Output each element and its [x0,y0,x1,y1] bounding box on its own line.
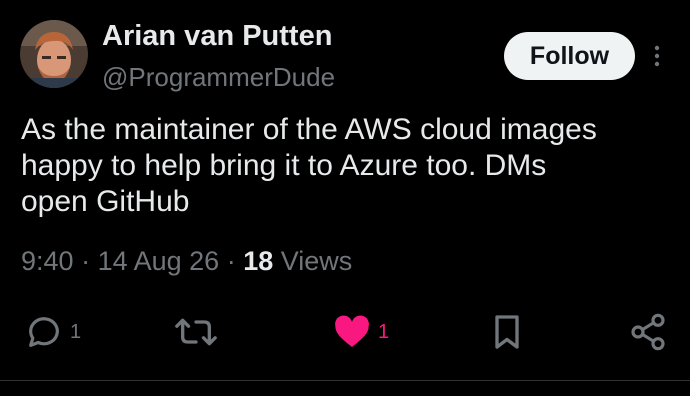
author-handle[interactable]: @ProgrammerDude [102,62,335,93]
retweet-icon [175,318,217,346]
avatar[interactable] [20,20,88,88]
reply-button[interactable]: 1 [24,312,81,352]
retweet-button[interactable] [174,312,224,352]
tweet-date[interactable]: 14 Aug 26 [98,246,220,276]
tweet-meta: 9:40 · 14 Aug 26 · 18 Views [21,246,352,277]
follow-button[interactable]: Follow [504,32,635,80]
action-bar: 1 1 [0,300,690,364]
tweet-text: As the maintainer of the AWS cloud image… [21,113,597,218]
author-name[interactable]: Arian van Putten [102,20,332,53]
views-count: 18 [243,246,274,276]
reply-icon [29,317,59,347]
tweet: Arian van Putten @ProgrammerDude Follow … [0,0,690,396]
reply-count: 1 [70,320,82,343]
like-count: 1 [378,320,390,343]
bookmark-icon [495,315,519,349]
share-icon [631,313,665,351]
heart-icon [335,315,369,347]
share-button[interactable] [628,312,668,352]
avatar-image [20,20,88,88]
views-label: Views [280,246,353,276]
bookmark-button[interactable] [490,312,524,352]
more-vertical-icon[interactable] [650,44,664,68]
like-button[interactable]: 1 [332,312,389,352]
tweet-time[interactable]: 9:40 [21,246,74,276]
meta-separator: · [73,246,98,276]
meta-separator: · [219,246,244,276]
divider [0,380,690,381]
